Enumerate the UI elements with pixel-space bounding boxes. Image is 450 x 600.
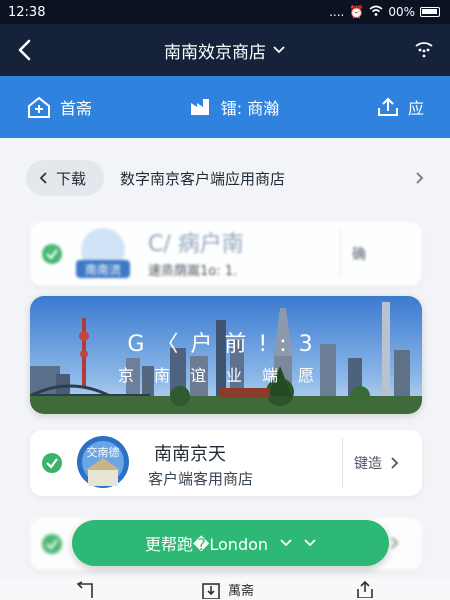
store-title-dropdown[interactable]: 南南效京商店 bbox=[164, 38, 286, 63]
more-menu-button[interactable] bbox=[410, 36, 438, 64]
app-subtitle: 速烝荫嵩1o: 1. bbox=[148, 264, 238, 279]
check-icon bbox=[42, 453, 62, 473]
tab-category[interactable]: 镭: 商瀚 bbox=[189, 95, 279, 119]
app-action-button[interactable]: 键造 bbox=[354, 453, 400, 473]
chevron-right-icon[interactable] bbox=[412, 171, 426, 185]
status-time: 12:38 bbox=[8, 4, 46, 20]
banner-subtitle: 京南谊业端愿 bbox=[117, 366, 334, 385]
status-icons: .... ⏰ 00% bbox=[329, 5, 440, 20]
page-title: 南南效京商店 bbox=[164, 42, 266, 63]
app-action-label: 确 bbox=[352, 247, 366, 263]
tab-home[interactable]: 首斋 bbox=[26, 95, 92, 119]
wifi-icon bbox=[369, 5, 383, 20]
app-logo-text: 南南流 bbox=[85, 262, 121, 277]
chevron-right-icon bbox=[391, 537, 399, 549]
signal-menu-icon bbox=[415, 42, 433, 58]
alarm-icon: ⏰ bbox=[349, 5, 365, 19]
app-name: C/ 病户南 bbox=[148, 232, 244, 257]
tab-apply[interactable]: 应 bbox=[376, 95, 424, 119]
download-label: 下载 bbox=[56, 169, 87, 188]
app-card-first[interactable]: 南南流 C/ 病户南 速烝荫嵩1o: 1. 确 bbox=[30, 222, 422, 286]
app-subtitle: 客户端客用商店 bbox=[148, 470, 254, 488]
share-icon bbox=[357, 580, 373, 598]
bottom-tab-center[interactable]: 萬斋 bbox=[200, 580, 254, 599]
app-action-label: 键造 bbox=[354, 456, 382, 472]
bottom-tab-left[interactable] bbox=[74, 580, 96, 598]
refresh-icon bbox=[76, 581, 93, 598]
more-apps-button[interactable]: 更帮跑�London bbox=[72, 520, 389, 566]
upload-icon bbox=[377, 97, 398, 116]
chevron-left-icon bbox=[39, 172, 47, 184]
home-icon bbox=[28, 96, 50, 118]
breadcrumb: 下载 数字南京客户端应用商店 bbox=[26, 160, 426, 196]
chevron-down-icon bbox=[304, 539, 316, 547]
bottom-tab-center-label: 萬斋 bbox=[228, 584, 255, 599]
more-apps-label: 更帮跑�London bbox=[144, 535, 269, 554]
battery-text: 00% bbox=[388, 5, 415, 19]
status-bar: 12:38 .... ⏰ 00% bbox=[0, 0, 450, 24]
chevron-down-icon bbox=[273, 46, 285, 54]
app-logo: 南南流 bbox=[72, 226, 134, 282]
card-divider bbox=[342, 438, 343, 488]
app-card-third[interactable]: 交南德 南南京天 客户端客用商店 键造 bbox=[30, 430, 422, 496]
category-toolbar: 首斋 镭: 商瀚 应 bbox=[0, 76, 450, 138]
chevron-down-icon bbox=[280, 539, 292, 547]
battery-icon bbox=[420, 7, 440, 17]
bottom-tab-right[interactable] bbox=[354, 580, 376, 598]
tab-home-label: 首斋 bbox=[60, 99, 93, 118]
download-back-button[interactable]: 下载 bbox=[26, 160, 105, 196]
card-divider bbox=[340, 230, 341, 278]
chevron-right-icon bbox=[391, 457, 399, 469]
nav-bar: 南南效京商店 bbox=[0, 24, 450, 76]
app-name: 南南京天 bbox=[154, 444, 226, 465]
breadcrumb-title: 数字南京客户端应用商店 bbox=[120, 169, 286, 188]
app-logo: 交南德 bbox=[72, 434, 134, 490]
check-icon bbox=[42, 534, 62, 554]
banner-title: G〈户前!:3 bbox=[127, 332, 325, 357]
check-icon bbox=[42, 244, 62, 264]
signal-dots: .... bbox=[329, 5, 345, 19]
tab-category-label: 镭: 商瀚 bbox=[220, 99, 280, 118]
bottom-tab-bar: 萬斋 bbox=[0, 578, 450, 600]
tab-apply-label: 应 bbox=[407, 99, 424, 118]
main-content: 下载 数字南京客户端应用商店 南南流 C/ 病户南 速烝荫嵩1o: 1. 确 G… bbox=[0, 138, 450, 600]
app-logo-text: 交南德 bbox=[87, 445, 120, 459]
download-icon bbox=[202, 582, 220, 599]
factory-icon bbox=[190, 99, 209, 115]
app-action-button[interactable]: 确 bbox=[352, 244, 366, 264]
back-arrow-icon bbox=[18, 39, 31, 61]
back-button[interactable] bbox=[10, 34, 42, 66]
promo-banner[interactable]: G〈户前!:3 京南谊业端愿 bbox=[30, 296, 422, 414]
